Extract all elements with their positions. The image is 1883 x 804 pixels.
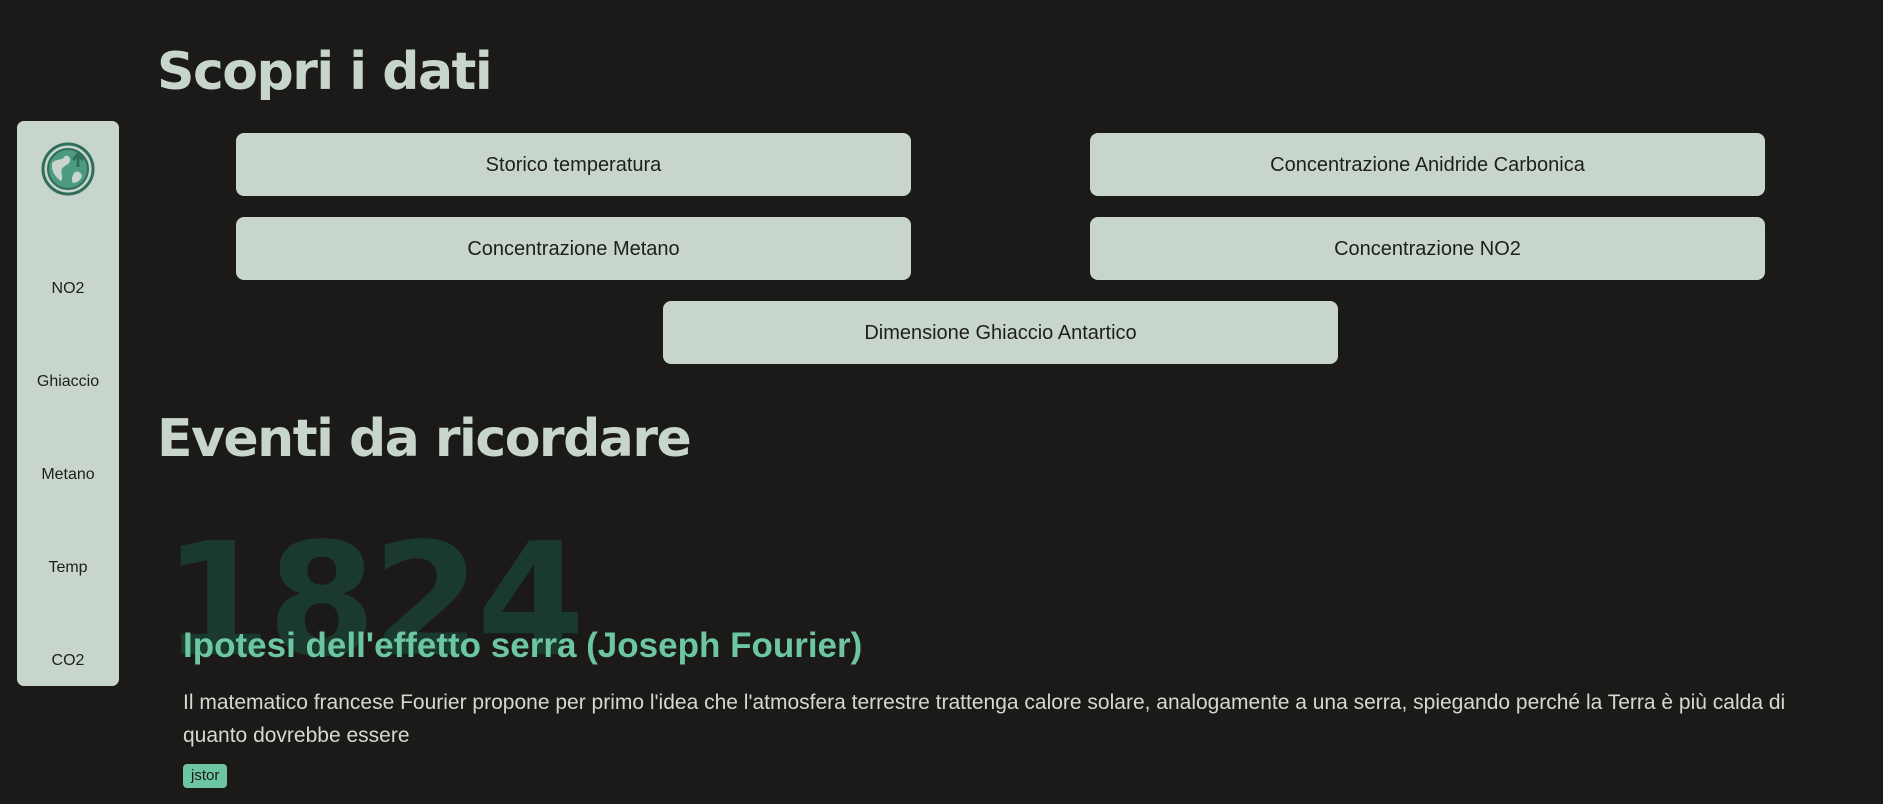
sidebar: NO2 Ghiaccio Metano Temp CO2 <box>17 121 119 686</box>
sidebar-item-metano[interactable]: Metano <box>17 466 119 484</box>
no2-concentration-button[interactable]: Concentrazione NO2 <box>1090 217 1765 280</box>
source-tag[interactable]: jstor <box>183 764 228 788</box>
temperature-history-button[interactable]: Storico temperatura <box>236 133 911 196</box>
sidebar-item-no2[interactable]: NO2 <box>17 280 119 298</box>
data-section-title: Scopri i dati <box>157 42 493 102</box>
antarctic-ice-button[interactable]: Dimensione Ghiaccio Antartico <box>663 301 1338 364</box>
event-description: Il matematico francese Fourier propone p… <box>183 691 1786 747</box>
sidebar-item-ghiaccio[interactable]: Ghiaccio <box>17 373 119 391</box>
sidebar-item-co2[interactable]: CO2 <box>17 652 119 670</box>
event-title: Ipotesi dell'effetto serra (Joseph Fouri… <box>183 626 863 665</box>
events-section-title: Eventi da ricordare <box>157 409 692 469</box>
sidebar-item-temp[interactable]: Temp <box>17 559 119 577</box>
earth-globe-arrow-icon[interactable] <box>40 141 96 197</box>
methane-concentration-button[interactable]: Concentrazione Metano <box>236 217 911 280</box>
co2-concentration-button[interactable]: Concentrazione Anidride Carbonica <box>1090 133 1765 196</box>
